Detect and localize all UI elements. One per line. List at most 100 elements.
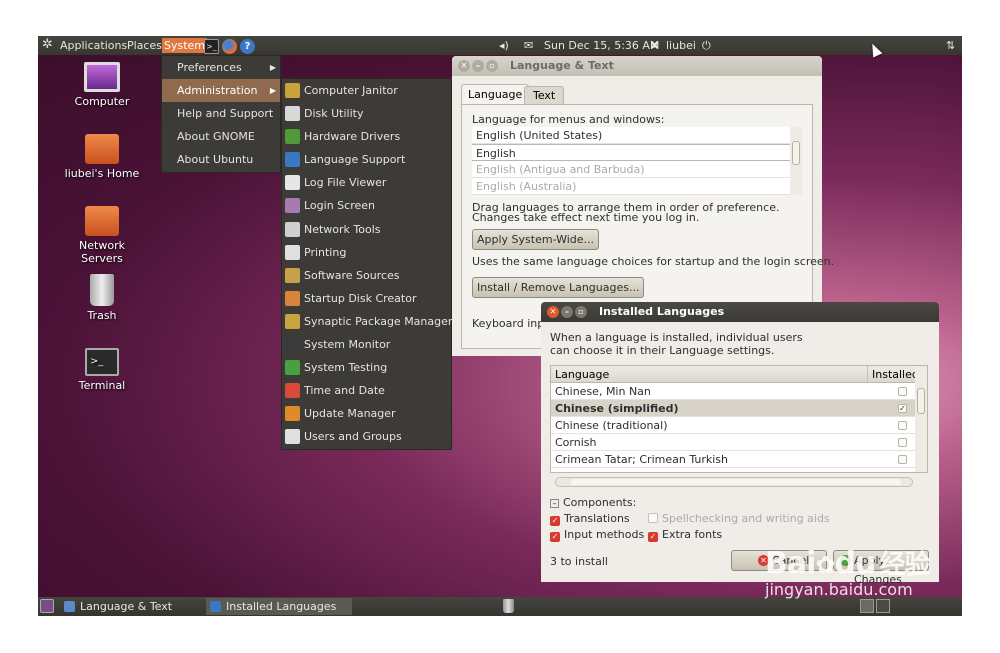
minimize-icon[interactable]: – — [472, 60, 484, 72]
horizontal-scrollbar[interactable] — [555, 477, 913, 487]
system-menu[interactable]: System — [162, 38, 208, 53]
language-window-titlebar[interactable]: ✕ – ▫ Language & Text — [452, 56, 822, 76]
admin-item[interactable]: Time and Date — [282, 379, 451, 402]
startup-disk-icon — [285, 290, 300, 306]
clock[interactable]: Sun Dec 15, 5:36 AM — [544, 38, 659, 53]
maximize-icon[interactable]: ▫ — [486, 60, 498, 72]
language-row[interactable]: English — [472, 144, 802, 161]
table-row[interactable]: Croatian — [551, 468, 927, 473]
bottom-panel: Language & Text Installed Languages — [38, 597, 962, 616]
admin-item[interactable]: Startup Disk Creator — [282, 287, 451, 310]
firefox-launcher[interactable] — [222, 38, 237, 54]
table-scrollbar[interactable] — [915, 366, 927, 472]
installed-checkbox[interactable] — [898, 472, 907, 473]
desktop-icon-computer[interactable]: Computer — [57, 62, 147, 108]
horizontal-scrollbar-thumb[interactable] — [571, 479, 901, 485]
admin-item[interactable]: Login Screen — [282, 194, 451, 217]
admin-item[interactable]: System Monitor — [282, 333, 451, 356]
trash-applet-icon[interactable] — [503, 599, 514, 613]
power-icon[interactable]: ⏻ — [702, 38, 711, 53]
apply-system-wide-button[interactable]: Apply System-Wide... — [472, 229, 600, 250]
admin-item[interactable]: Update Manager — [282, 402, 451, 425]
checkbox-extra-fonts[interactable]: ✓ Extra fonts — [648, 528, 722, 542]
installed-checkbox[interactable]: ✓ — [898, 404, 907, 413]
help-launcher[interactable]: ? — [240, 38, 255, 54]
components-expander[interactable]: – Components: — [550, 496, 636, 509]
install-remove-languages-button[interactable]: Install / Remove Languages... — [472, 277, 645, 298]
ubuntu-logo-icon[interactable]: ✲ — [42, 37, 53, 52]
column-header-language[interactable]: Language — [555, 366, 609, 383]
installed-checkbox[interactable] — [898, 455, 907, 464]
language-list[interactable]: English (United States) English English … — [472, 127, 802, 195]
tab-text[interactable]: Text — [524, 86, 565, 104]
table-row[interactable]: Chinese (simplified) ✓ — [551, 400, 927, 417]
taskbar-item-language-text[interactable]: Language & Text — [60, 598, 202, 615]
checkbox-spellchecking[interactable]: Spellchecking and writing aids — [648, 512, 830, 525]
scrollbar-thumb[interactable] — [792, 141, 800, 165]
desktop-icon-home[interactable]: liubei's Home — [57, 134, 147, 180]
table-row[interactable]: Chinese (traditional) — [551, 417, 927, 434]
language-row[interactable]: English (Antigua and Barbuda) — [472, 161, 802, 178]
terminal-launcher[interactable]: >_ — [204, 38, 219, 54]
column-header-installed[interactable]: Installed — [867, 366, 919, 383]
desktop-icon-label: liubei's Home — [64, 167, 140, 180]
menu-item-help-and-support[interactable]: Help and Support — [162, 102, 280, 125]
table-row[interactable]: Chinese, Min Nan — [551, 383, 927, 400]
scrollbar-thumb[interactable] — [917, 388, 925, 414]
places-menu[interactable]: Places — [125, 38, 164, 53]
menu-item-administration[interactable]: Administration ▶ — [162, 79, 280, 102]
admin-item[interactable]: Hardware Drivers — [282, 125, 451, 148]
maximize-icon[interactable]: ▫ — [575, 306, 587, 318]
installed-checkbox[interactable] — [898, 387, 907, 396]
language-list-scrollbar[interactable] — [790, 127, 802, 195]
admin-item[interactable]: System Testing — [282, 356, 451, 379]
checkbox-checked-icon: ✓ — [550, 532, 560, 542]
admin-item[interactable]: Computer Janitor — [282, 79, 451, 102]
menu-item-label: About GNOME — [177, 130, 255, 143]
network-icon[interactable]: ⇅ — [946, 38, 955, 53]
installed-window-titlebar[interactable]: ✕ – ▫ Installed Languages — [541, 302, 939, 322]
checkbox-input-methods[interactable]: ✓ Input methods — [550, 528, 644, 542]
admin-item[interactable]: Printing — [282, 241, 451, 264]
language-row[interactable]: English (Australia) — [472, 178, 802, 195]
show-desktop-icon[interactable] — [40, 599, 54, 613]
admin-item[interactable]: Network Tools — [282, 218, 451, 241]
menu-item-preferences[interactable]: Preferences ▶ — [162, 56, 280, 79]
table-row[interactable]: Cornish — [551, 434, 927, 451]
desktop-icon-terminal[interactable]: >_ Terminal — [57, 348, 147, 392]
admin-item[interactable]: Software Sources — [282, 264, 451, 287]
user-status-icon[interactable]: ✖ — [650, 38, 659, 53]
workspace-1[interactable] — [860, 599, 874, 613]
admin-item-label: Login Screen — [304, 199, 375, 213]
mail-icon[interactable]: ✉ — [524, 38, 533, 53]
admin-item[interactable]: Log File Viewer — [282, 171, 451, 194]
checkbox-translations[interactable]: ✓ Translations — [550, 512, 630, 526]
table-row[interactable]: Crimean Tatar; Crimean Turkish — [551, 451, 927, 468]
admin-item[interactable]: Disk Utility — [282, 102, 451, 125]
admin-item[interactable]: Language Support — [282, 148, 451, 171]
taskbar-item-installed-languages[interactable]: Installed Languages — [206, 598, 352, 615]
admin-item[interactable]: Users and Groups — [282, 425, 451, 448]
user-name[interactable]: liubei — [666, 38, 696, 53]
workspace-2[interactable] — [876, 599, 890, 613]
system-menu-dropdown: Preferences ▶ Administration ▶ Help and Su… — [161, 55, 281, 173]
language-row[interactable]: English (United States) — [472, 127, 802, 144]
menu-item-about-gnome[interactable]: About GNOME — [162, 125, 280, 148]
installed-checkbox[interactable] — [898, 438, 907, 447]
desktop-icon-network-servers[interactable]: Network Servers — [57, 206, 147, 265]
close-icon[interactable]: ✕ — [547, 306, 559, 318]
admin-item-label: Network Tools — [304, 222, 381, 236]
applications-menu[interactable]: Applications — [58, 38, 129, 53]
installed-checkbox[interactable] — [898, 421, 907, 430]
menu-item-about-ubuntu[interactable]: About Ubuntu — [162, 148, 280, 171]
tab-language[interactable]: Language — [461, 84, 530, 104]
volume-icon[interactable]: ◂) — [499, 38, 509, 53]
admin-item[interactable]: Synaptic Package Manager — [282, 310, 452, 333]
admin-item-label: Computer Janitor — [304, 84, 398, 97]
minimize-icon[interactable]: – — [561, 306, 573, 318]
network-tools-icon — [285, 221, 300, 237]
desktop-icon-trash[interactable]: Trash — [57, 274, 147, 322]
close-icon[interactable]: ✕ — [458, 60, 470, 72]
installed-languages-table: Language Installed Chinese, Min Nan Chine… — [550, 365, 928, 473]
admin-item-label: Disk Utility — [304, 107, 364, 121]
